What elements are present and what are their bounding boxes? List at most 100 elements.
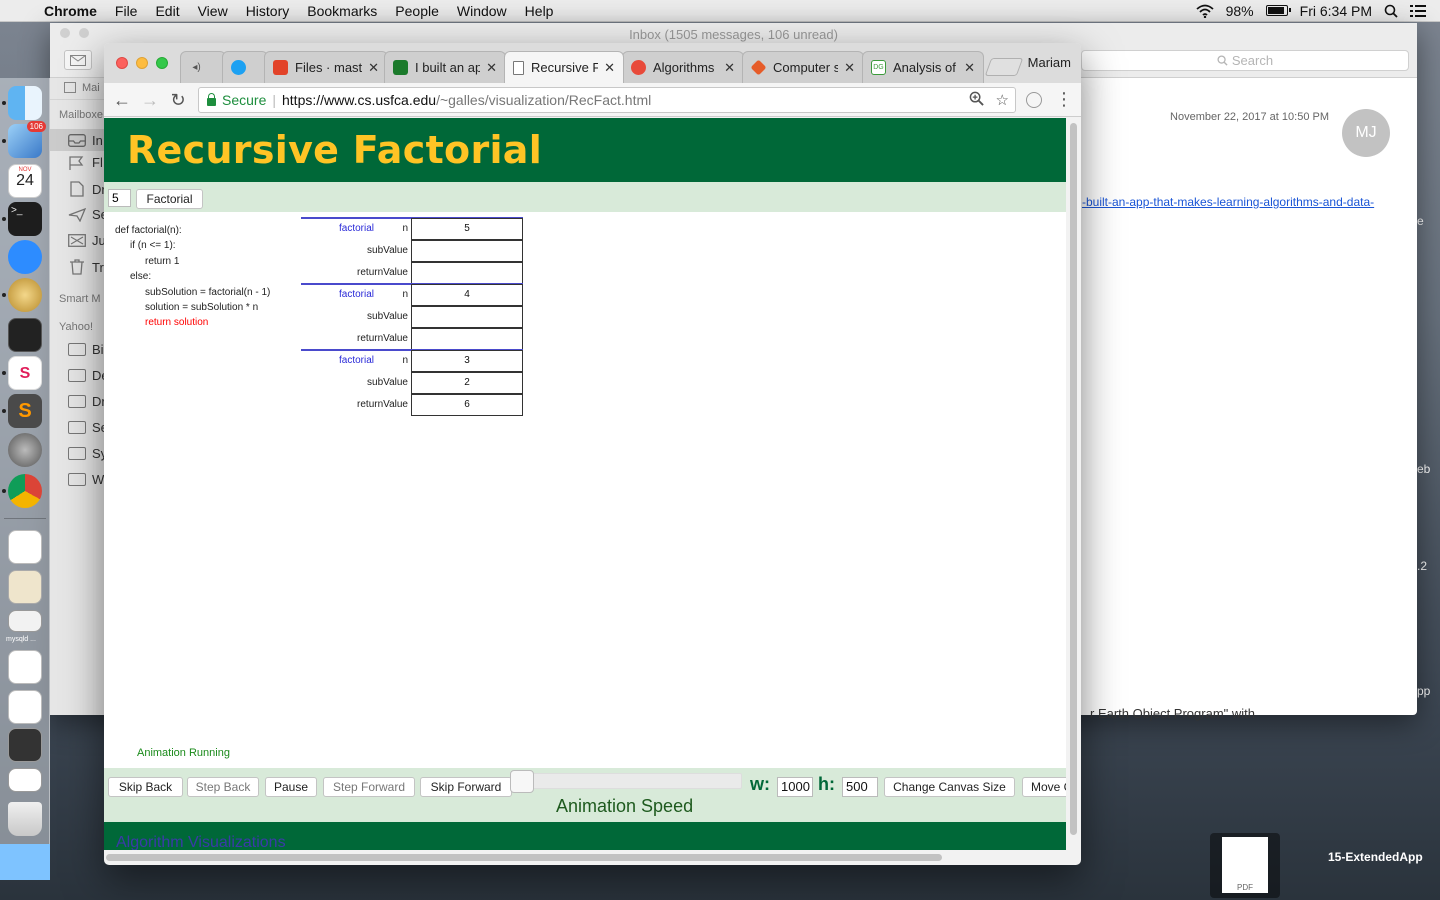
close-window-button[interactable] <box>116 57 128 69</box>
spotlight-search-icon[interactable] <box>1384 4 1398 18</box>
horizontal-scrollbar[interactable] <box>106 854 942 861</box>
sidebar-folder[interactable]: Sy <box>68 446 104 461</box>
bookmark-star-icon[interactable]: ☆ <box>996 91 1009 109</box>
sidebar-folder[interactable]: Bi <box>68 342 104 357</box>
battery-icon[interactable] <box>1265 5 1291 16</box>
menu-history[interactable]: History <box>237 3 299 19</box>
back-icon[interactable]: ← <box>110 88 134 112</box>
mail-app-icon[interactable]: 106 <box>8 121 46 158</box>
zoom-icon[interactable] <box>8 240 42 274</box>
tab-computer-science[interactable]: Computer s ✕ <box>742 51 864 83</box>
vertical-scrollbar[interactable] <box>1070 123 1077 835</box>
move-controls-button[interactable]: Move C <box>1022 777 1066 797</box>
slider-handle[interactable] <box>510 770 534 793</box>
tab-gitlab[interactable]: Files · mast ✕ <box>264 51 388 83</box>
footer-link[interactable]: Algorithm Visualizations <box>116 834 286 850</box>
message-link[interactable]: -built-an-app-that-makes-learning-algori… <box>1082 195 1374 209</box>
address-bar[interactable]: Secure | https://www.cs.usfca.edu /~gall… <box>198 87 1016 113</box>
clock[interactable]: Fri 6:34 PM <box>1300 3 1372 19</box>
step-forward-button[interactable]: Step Forward <box>323 777 415 797</box>
sidebar-item-flagged[interactable]: Fl <box>68 155 103 170</box>
menu-bookmarks[interactable]: Bookmarks <box>298 3 386 19</box>
mysqld-thumbnail[interactable] <box>8 610 42 632</box>
canvas-height-input[interactable]: 500 <box>842 777 878 797</box>
extension-icon[interactable] <box>1026 92 1042 108</box>
sublime-text-icon[interactable]: S <box>8 394 42 428</box>
profile-button[interactable]: Mariam <box>1028 55 1071 70</box>
close-tab-icon[interactable]: ✕ <box>486 60 497 76</box>
maximize-window-button[interactable] <box>156 57 168 69</box>
sidebar-item-sent[interactable]: Se <box>68 207 104 222</box>
pause-button[interactable]: Pause <box>265 777 317 797</box>
close-tab-icon[interactable]: ✕ <box>964 60 975 76</box>
menu-view[interactable]: View <box>189 3 237 19</box>
skip-back-button[interactable]: Skip Back <box>108 777 183 797</box>
terminal-icon[interactable]: >_ <box>8 202 42 236</box>
sidebar-item-drafts[interactable]: Dr <box>68 181 104 197</box>
chrome-icon[interactable] <box>8 474 42 508</box>
desktop-pdf-file[interactable]: PDF <box>1210 833 1280 898</box>
reload-icon[interactable]: ↻ <box>166 88 190 112</box>
tab-algorithms[interactable]: Algorithms ✕ <box>622 51 744 83</box>
close-tab-icon[interactable]: ✕ <box>844 60 855 76</box>
mail-search-field[interactable]: Search <box>1081 50 1409 71</box>
document-thumbnail[interactable] <box>8 690 42 724</box>
sidebar-section-smart-mailboxes[interactable]: Smart M <box>59 293 101 305</box>
battery-percent[interactable]: 98% <box>1226 3 1254 19</box>
mail-minimize-dot[interactable] <box>79 28 89 38</box>
sidebar-folder[interactable]: De <box>68 368 104 383</box>
minimize-window-button[interactable] <box>136 57 148 69</box>
close-tab-icon[interactable]: ✕ <box>724 60 735 76</box>
desktop-file-label[interactable]: 15-ExtendedApp <box>1328 850 1423 864</box>
chrome-menu-icon[interactable]: ⋮ <box>1055 89 1073 110</box>
document-thumbnail[interactable] <box>8 570 42 604</box>
animation-speed-slider[interactable] <box>510 773 742 789</box>
new-tab-button[interactable] <box>984 58 1024 76</box>
database-icon[interactable] <box>8 278 42 312</box>
mailboxes-toggle[interactable]: Mai <box>50 78 104 100</box>
close-tab-icon[interactable]: ✕ <box>368 60 379 76</box>
notification-center-icon[interactable] <box>1410 4 1426 17</box>
zoom-icon[interactable] <box>969 91 984 106</box>
sidebar-folder[interactable]: Se <box>68 420 104 435</box>
tab-analysis[interactable]: DG Analysis of ✕ <box>862 51 984 83</box>
document-thumbnail[interactable] <box>8 768 42 792</box>
get-mail-button[interactable] <box>64 50 92 70</box>
tab-twitter[interactable] <box>222 51 268 83</box>
sidebar-item-trash[interactable]: Tr <box>68 259 104 275</box>
sidebar-folder[interactable]: Dr <box>68 394 104 409</box>
tab-audio[interactable]: ◂) <box>180 51 226 83</box>
sidebar-folder[interactable]: W <box>68 472 104 487</box>
sidebar-section-mailboxes[interactable]: Mailboxe <box>59 109 103 121</box>
menu-people[interactable]: People <box>386 3 448 19</box>
skip-forward-button[interactable]: Skip Forward <box>420 777 512 797</box>
sidebar-item-junk[interactable]: Ju <box>68 233 104 248</box>
menu-file[interactable]: File <box>106 3 147 19</box>
menu-edit[interactable]: Edit <box>146 3 188 19</box>
tab-recursive-factorial[interactable]: Recursive F ✕ <box>504 51 624 83</box>
step-back-button[interactable]: Step Back <box>187 777 259 797</box>
document-thumbnail[interactable] <box>8 728 42 762</box>
factorial-button[interactable]: Factorial <box>136 189 203 209</box>
system-preferences-icon[interactable] <box>8 433 42 467</box>
document-thumbnail[interactable] <box>8 650 42 684</box>
sidebar-item-inbox[interactable]: In <box>50 129 104 151</box>
calendar-icon[interactable]: NOV 24 <box>8 164 42 198</box>
tab-i-built-an-app[interactable]: I built an ap ✕ <box>384 51 506 83</box>
finder-icon[interactable] <box>8 86 42 120</box>
slack-icon[interactable]: S <box>8 356 42 390</box>
mail-close-dot[interactable] <box>60 28 70 38</box>
menu-window[interactable]: Window <box>448 3 516 19</box>
forward-icon[interactable]: → <box>138 88 162 112</box>
factorial-input[interactable]: 5 <box>108 189 131 207</box>
menu-app-chrome[interactable]: Chrome <box>40 3 106 19</box>
menu-help[interactable]: Help <box>516 3 563 19</box>
wifi-icon[interactable] <box>1196 4 1214 18</box>
trash-icon[interactable] <box>8 802 42 836</box>
close-tab-icon[interactable]: ✕ <box>604 60 615 76</box>
sidebar-section-yahoo[interactable]: Yahoo! <box>59 321 93 333</box>
change-canvas-size-button[interactable]: Change Canvas Size <box>884 777 1015 797</box>
document-thumbnail[interactable] <box>8 530 42 564</box>
canvas-width-input[interactable]: 1000 <box>777 777 813 797</box>
activity-monitor-icon[interactable] <box>8 318 42 352</box>
